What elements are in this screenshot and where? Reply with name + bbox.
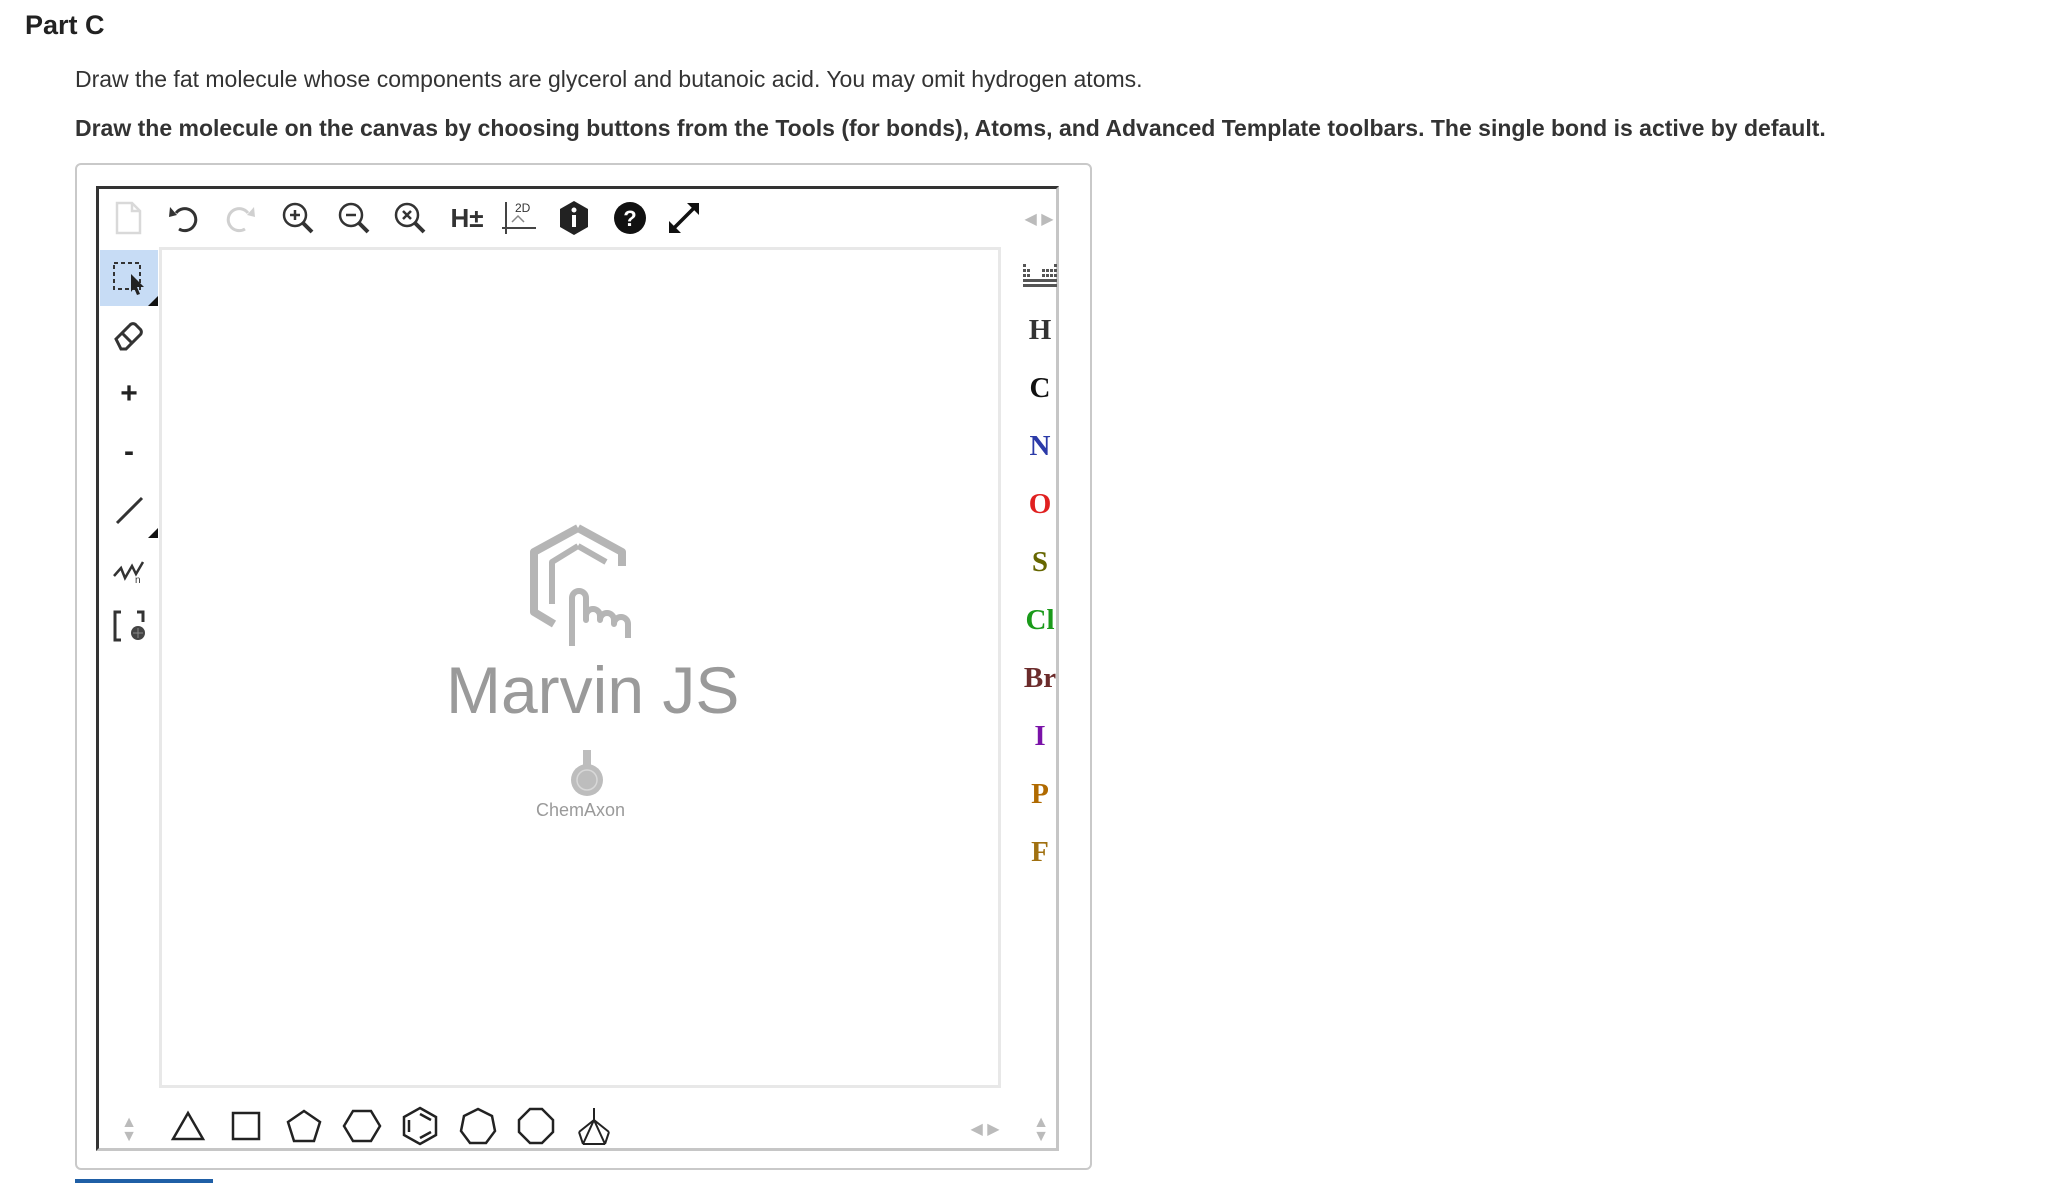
bottom-toolbar-scroll-icon[interactable]: ◀ ▶ [960,1116,1010,1142]
atom-button-n[interactable]: N [1012,420,1068,472]
benzene-template-icon[interactable] [394,1098,446,1154]
redo-icon[interactable] [217,195,263,241]
atom-button-h[interactable]: H [1012,304,1068,356]
fullscreen-icon[interactable] [661,195,707,241]
top-toolbar: H± 2D ? [105,195,975,245]
atom-button-br[interactable]: Br [1012,652,1068,704]
marvin-js-title: Marvin JS [446,653,740,727]
hydrogens-icon[interactable]: H± [441,195,493,241]
cycloheptane-template-icon[interactable] [452,1098,504,1154]
clean-2d-label: 2D [515,201,531,215]
help-icon[interactable]: ? [607,195,653,241]
atom-label: S [1031,545,1049,578]
atom-button-i[interactable]: I [1012,710,1068,762]
part-title: Part C [25,10,105,40]
atom-label: F [1031,835,1049,868]
single-bond-icon[interactable] [100,482,158,538]
zoom-in-icon[interactable] [275,195,321,241]
atom-button-c[interactable]: C [1012,362,1068,414]
svg-text:n: n [135,575,141,584]
bracket-icon[interactable] [100,598,158,654]
right-toolbar-scroll-icon[interactable]: ▲ ▼ [1028,1112,1054,1148]
atom-label: Br [1023,661,1057,694]
more-templates-icon[interactable] [568,1098,620,1154]
cyclopropane-template-icon[interactable] [162,1098,214,1154]
undo-icon[interactable] [161,195,207,241]
periodic-table-icon[interactable] [1012,250,1068,302]
atom-label: N [1029,429,1051,462]
atom-label: O [1028,487,1052,520]
new-document-icon[interactable] [105,195,151,241]
decrease-charge-button[interactable]: - [100,424,158,480]
chain-icon[interactable]: n [100,540,158,596]
chemaxon-label: ChemAxon [536,800,626,820]
zoom-out-icon[interactable] [331,195,377,241]
top-toolbar-scroll-icon[interactable]: ◀ ▶ [1014,206,1064,232]
atom-button-p[interactable]: P [1012,768,1068,820]
info-icon[interactable] [551,195,597,241]
cyclobutane-template-icon[interactable] [220,1098,272,1154]
minus-label: - [124,435,134,468]
eraser-icon[interactable] [100,308,158,364]
chemaxon-flask-icon [571,750,603,796]
question-instruction: Draw the fat molecule whose components a… [75,66,1143,92]
atom-button-s[interactable]: S [1012,536,1068,588]
increase-charge-button[interactable]: + [100,366,158,422]
marvin-logo-icon [530,524,631,646]
atom-label: I [1034,719,1046,752]
cyclooctane-template-icon[interactable] [510,1098,562,1154]
templates-toolbar [110,1098,1010,1154]
svg-text:?: ? [623,206,636,231]
atom-button-o[interactable]: O [1012,478,1068,530]
tool-instruction: Draw the molecule on the canvas by choos… [75,115,1826,141]
hydrogens-label: H± [450,202,484,233]
atom-button-cl[interactable]: Cl [1012,594,1068,646]
atom-label: Cl [1025,603,1055,636]
atom-label: P [1031,777,1049,810]
zoom-reset-icon[interactable] [387,195,433,241]
atom-label: H [1028,313,1052,346]
atom-label: C [1029,371,1051,404]
plus-label: + [120,377,138,410]
cyclopentane-template-icon[interactable] [278,1098,330,1154]
clean-2d-icon[interactable]: 2D [497,195,543,241]
atom-button-f[interactable]: F [1012,826,1068,878]
select-tool-icon[interactable] [100,250,158,306]
submit-button-edge[interactable] [75,1179,213,1183]
cyclohexane-template-icon[interactable] [336,1098,388,1154]
